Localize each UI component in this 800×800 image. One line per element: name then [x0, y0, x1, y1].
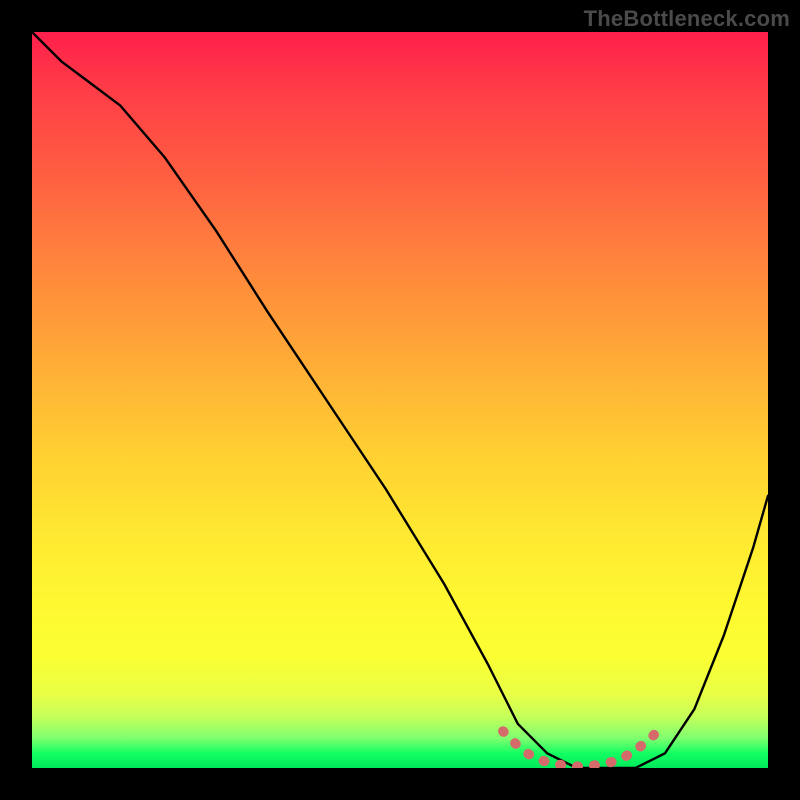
plot-area [32, 32, 768, 768]
optimal-range-marker [503, 731, 658, 766]
attribution-label: TheBottleneck.com [584, 6, 790, 32]
bottleneck-curve [32, 32, 768, 768]
chart-svg [32, 32, 768, 768]
chart-frame: TheBottleneck.com [0, 0, 800, 800]
